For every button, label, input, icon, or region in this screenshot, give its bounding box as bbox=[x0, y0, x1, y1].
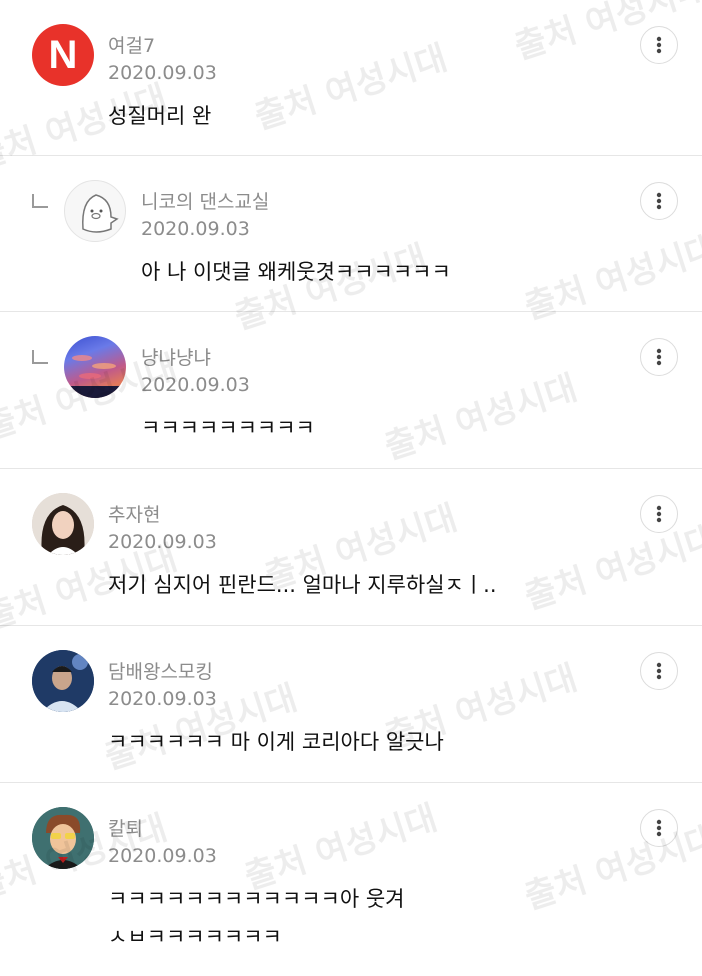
comment-text: ㅋㅋㅋㅋㅋㅋㅋㅋㅋ bbox=[141, 416, 315, 440]
more-options-button[interactable] bbox=[640, 652, 678, 690]
reply-arrow-icon bbox=[32, 350, 48, 364]
more-vertical-icon bbox=[656, 662, 662, 680]
comment-item: N 여걸7 2020.09.03 성질머리 완 bbox=[0, 0, 702, 156]
more-options-button[interactable] bbox=[640, 26, 678, 64]
sunset-sky-icon bbox=[64, 355, 126, 398]
comment-date: 2020.09.03 bbox=[108, 845, 217, 867]
more-options-button[interactable] bbox=[640, 182, 678, 220]
more-vertical-icon bbox=[656, 192, 662, 210]
comment-author[interactable]: 냥냐냥냐 bbox=[141, 343, 211, 370]
more-options-button[interactable] bbox=[640, 495, 678, 533]
comment-author[interactable]: 여걸7 bbox=[108, 31, 155, 58]
avatar[interactable]: N bbox=[32, 24, 94, 86]
avatar[interactable] bbox=[32, 650, 94, 712]
more-vertical-icon bbox=[656, 348, 662, 366]
singer-photo-icon bbox=[32, 650, 94, 712]
more-vertical-icon bbox=[656, 505, 662, 523]
comment-date: 2020.09.03 bbox=[141, 218, 250, 240]
comment-item: 칼퇴 2020.09.03 ㅋㅋㅋㅋㅋㅋㅋㅋㅋㅋㅋㅋ아 웃겨 ㅅㅂㅋㅋㅋㅋㅋㅋㅋ bbox=[0, 783, 702, 976]
comment-text: 저기 심지어 핀란드... 얼마나 지루하실ㅈㅣ.. bbox=[108, 573, 497, 597]
ghost-character-icon bbox=[82, 194, 119, 233]
comment-text: 성질머리 완 bbox=[108, 104, 212, 128]
more-vertical-icon bbox=[656, 36, 662, 54]
comment-author[interactable]: 담배왕스모킹 bbox=[108, 657, 213, 684]
more-options-button[interactable] bbox=[640, 809, 678, 847]
avatar[interactable] bbox=[64, 180, 126, 242]
comment-text: 아 나 이댓글 왜케웃겻ㅋㅋㅋㅋㅋㅋ bbox=[141, 260, 451, 284]
reply-item: 니코의 댄스교실 2020.09.03 아 나 이댓글 왜케웃겻ㅋㅋㅋㅋㅋㅋ bbox=[0, 156, 702, 312]
avatar[interactable] bbox=[64, 336, 126, 398]
comment-date: 2020.09.03 bbox=[141, 374, 250, 396]
comment-author[interactable]: 니코의 댄스교실 bbox=[141, 187, 269, 214]
comment-date: 2020.09.03 bbox=[108, 531, 217, 553]
comment-item: 담배왕스모킹 2020.09.03 ㅋㅋㅋㅋㅋㅋ 마 이게 코리아다 알긋나 bbox=[0, 626, 702, 783]
reply-arrow-icon bbox=[32, 194, 48, 208]
portrait-photo-icon bbox=[32, 493, 94, 555]
reply-item: 냥냐냥냐 2020.09.03 ㅋㅋㅋㅋㅋㅋㅋㅋㅋ bbox=[0, 312, 702, 469]
avatar[interactable] bbox=[32, 493, 94, 555]
avatar-letter: N bbox=[49, 33, 78, 77]
comment-date: 2020.09.03 bbox=[108, 688, 217, 710]
comment-text-line-1: ㅋㅋㅋㅋㅋㅋㅋㅋㅋㅋㅋㅋ아 웃겨 bbox=[108, 887, 405, 911]
comment-author[interactable]: 칼퇴 bbox=[108, 814, 143, 841]
netflix-logo-icon: N bbox=[49, 33, 78, 77]
comment-item: 추자현 2020.09.03 저기 심지어 핀란드... 얼마나 지루하실ㅈㅣ.… bbox=[0, 469, 702, 626]
comment-date: 2020.09.03 bbox=[108, 62, 217, 84]
comment-text: ㅋㅋㅋㅋㅋㅋ 마 이게 코리아다 알긋나 bbox=[108, 730, 444, 754]
avatar[interactable] bbox=[32, 807, 94, 869]
more-options-button[interactable] bbox=[640, 338, 678, 376]
comment-author[interactable]: 추자현 bbox=[108, 500, 160, 527]
more-vertical-icon bbox=[656, 819, 662, 837]
cartoon-man-icon bbox=[32, 807, 94, 869]
comment-text-line-2: ㅅㅂㅋㅋㅋㅋㅋㅋㅋ bbox=[108, 925, 282, 949]
